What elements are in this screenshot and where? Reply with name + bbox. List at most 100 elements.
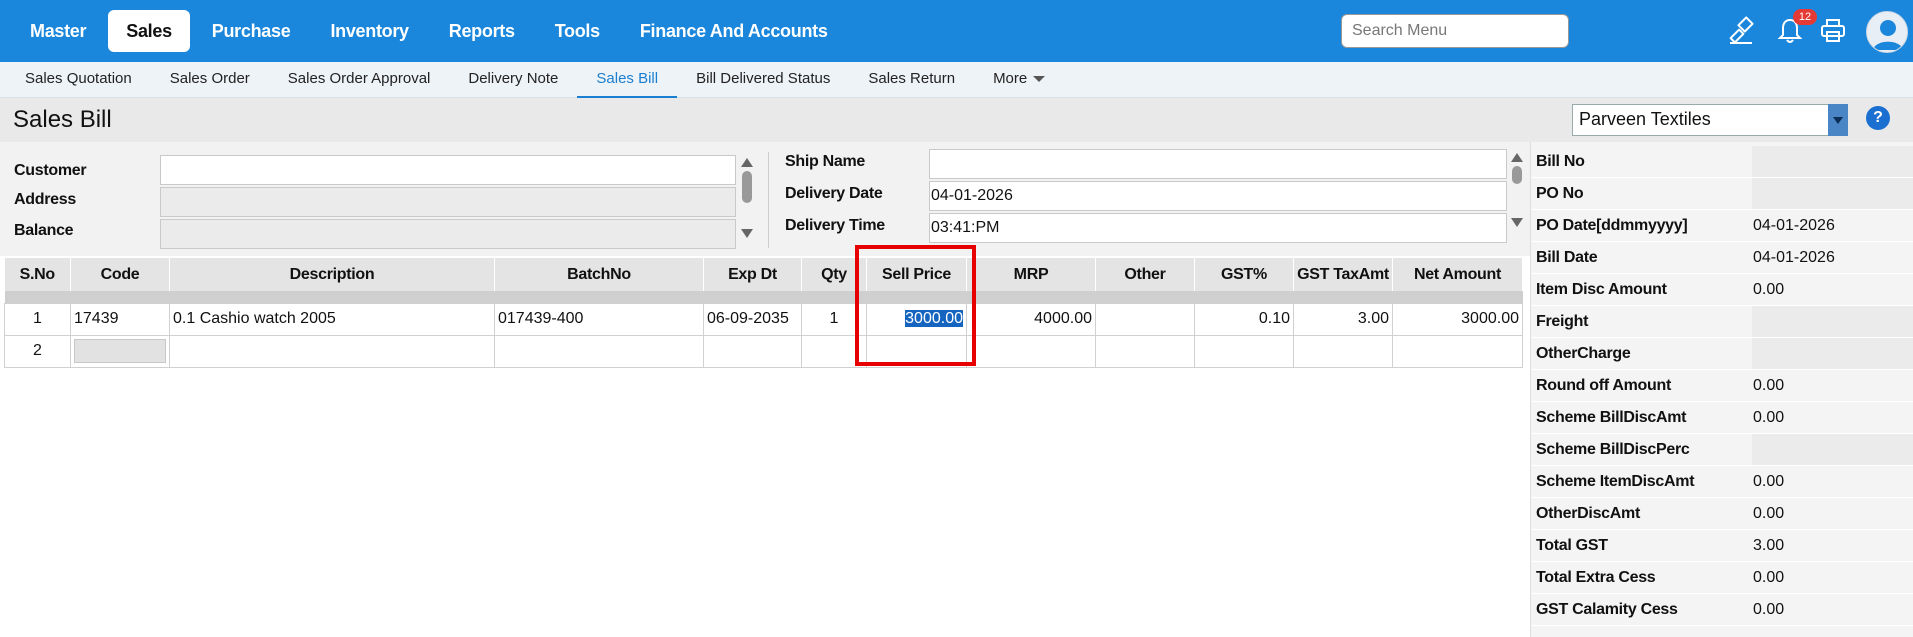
company-select[interactable]: Parveen Textiles [1572, 104, 1848, 136]
cell-code[interactable] [70, 334, 170, 368]
tab-more[interactable]: More [974, 62, 1064, 98]
code-input[interactable] [74, 339, 166, 363]
cell-exp-dt[interactable]: 06-09-2035 [703, 302, 802, 336]
cell-gst-percent[interactable] [1194, 334, 1294, 368]
col-header-sno[interactable]: S.No [4, 258, 71, 291]
summary-value[interactable]: 3.00 [1753, 537, 1784, 555]
cell-batchno[interactable]: 017439-400 [494, 302, 704, 336]
cell-net-amount[interactable]: 3000.00 [1392, 302, 1523, 336]
tab-delivery-note[interactable]: Delivery Note [449, 62, 577, 98]
customer-input[interactable] [160, 155, 736, 185]
summary-row: GST Calamity Cess 0.00 [1531, 594, 1913, 626]
tab-sales-return[interactable]: Sales Return [849, 62, 974, 98]
menu-tools[interactable]: Tools [537, 10, 618, 52]
summary-value[interactable]: 0.00 [1753, 409, 1784, 427]
summary-value-bg[interactable] [1752, 178, 1913, 209]
cell-code[interactable]: 17439 [70, 302, 170, 336]
address-label: Address [14, 191, 76, 208]
cell-exp-dt[interactable] [703, 334, 802, 368]
col-header-gst-taxamt[interactable]: GST TaxAmt [1293, 258, 1393, 291]
summary-row: Bill Date 04-01-2026 [1531, 242, 1913, 274]
delivery-date-input[interactable]: 04-01-2026 [929, 181, 1507, 211]
menu-finance-and-accounts[interactable]: Finance And Accounts [622, 10, 846, 52]
cell-batchno[interactable] [494, 334, 704, 368]
summary-row: Scheme ItemDiscAmt 0.00 [1531, 466, 1913, 498]
delivery-time-label: Delivery Time [785, 217, 885, 234]
tab-bill-delivered-status[interactable]: Bill Delivered Status [677, 62, 849, 98]
summary-value[interactable]: 0.00 [1753, 569, 1784, 587]
summary-value[interactable]: 04-01-2026 [1753, 217, 1835, 235]
tab-sales-quotation[interactable]: Sales Quotation [6, 62, 151, 98]
menu-reports[interactable]: Reports [431, 10, 533, 52]
table-row[interactable]: 1 17439 0.1 Cashio watch 2005 017439-400… [4, 302, 1523, 336]
col-header-exp-dt[interactable]: Exp Dt [703, 258, 802, 291]
cell-other[interactable] [1095, 334, 1195, 368]
balance-label: Balance [14, 222, 74, 239]
scroll-down-icon[interactable] [741, 229, 753, 238]
hammer-icon[interactable] [1726, 16, 1756, 46]
summary-label: Scheme ItemDiscAmt [1536, 473, 1695, 490]
table-row[interactable]: 2 [4, 334, 1523, 368]
col-header-net-amount[interactable]: Net Amount [1392, 258, 1523, 291]
notification-count-badge: 12 [1793, 9, 1817, 25]
summary-value-bg[interactable] [1752, 434, 1913, 465]
cell-gst-taxamt[interactable]: 3.00 [1293, 302, 1393, 336]
search-menu-input[interactable] [1341, 14, 1569, 48]
menu-inventory[interactable]: Inventory [312, 10, 426, 52]
summary-row: Total Extra Cess 0.00 [1531, 562, 1913, 594]
cell-mrp[interactable]: 4000.00 [966, 302, 1096, 336]
printer-icon[interactable] [1818, 16, 1848, 46]
ship-name-input[interactable] [929, 149, 1507, 179]
user-avatar[interactable] [1866, 11, 1908, 53]
ship-name-label: Ship Name [785, 153, 865, 170]
summary-value[interactable]: 0.00 [1753, 505, 1784, 523]
scroll-thumb[interactable] [742, 171, 752, 203]
grid-header-row: S.No Code Description BatchNo Exp Dt Qty… [4, 258, 1523, 291]
summary-label: PO No [1536, 185, 1584, 202]
summary-value-bg[interactable] [1752, 146, 1913, 177]
delivery-time-input[interactable]: 03:41:PM [929, 213, 1507, 243]
summary-value[interactable]: 0.00 [1753, 377, 1784, 395]
scroll-down-icon[interactable] [1511, 218, 1523, 227]
ship-scrollbar[interactable] [1510, 153, 1524, 245]
scroll-thumb[interactable] [1512, 166, 1522, 184]
chevron-down-icon[interactable] [1828, 104, 1848, 136]
summary-value-bg[interactable] [1752, 306, 1913, 337]
address-field [160, 187, 736, 217]
menu-purchase[interactable]: Purchase [194, 10, 309, 52]
scroll-up-icon[interactable] [741, 158, 753, 167]
page-title: Sales Bill [13, 106, 112, 133]
cell-net-amount[interactable] [1392, 334, 1523, 368]
col-header-code[interactable]: Code [70, 258, 170, 291]
top-nav-bar: Master Sales Purchase Inventory Reports … [0, 0, 1913, 62]
customer-scrollbar[interactable] [740, 158, 754, 250]
cell-sno: 1 [4, 302, 71, 336]
summary-value[interactable]: 0.00 [1753, 281, 1784, 299]
tab-sales-order[interactable]: Sales Order [151, 62, 269, 98]
summary-value[interactable]: 0.00 [1753, 601, 1784, 619]
summary-value-bg[interactable] [1752, 338, 1913, 369]
col-header-other[interactable]: Other [1095, 258, 1195, 291]
cell-gst-percent[interactable]: 0.10 [1194, 302, 1294, 336]
cell-description[interactable] [169, 334, 495, 368]
tab-sales-order-approval[interactable]: Sales Order Approval [269, 62, 450, 98]
menu-sales[interactable]: Sales [108, 10, 190, 52]
tab-sales-bill[interactable]: Sales Bill [577, 62, 678, 98]
summary-value[interactable]: 0.00 [1753, 473, 1784, 491]
help-icon[interactable]: ? [1866, 106, 1890, 130]
menu-master[interactable]: Master [12, 10, 104, 52]
scroll-up-icon[interactable] [1511, 153, 1523, 162]
cell-mrp[interactable] [966, 334, 1096, 368]
cell-gst-taxamt[interactable] [1293, 334, 1393, 368]
cell-other[interactable] [1095, 302, 1195, 336]
main-menu: Master Sales Purchase Inventory Reports … [12, 10, 850, 52]
summary-row: PO Date[ddmmyyyy] 04-01-2026 [1531, 210, 1913, 242]
col-header-gst-percent[interactable]: GST% [1194, 258, 1294, 291]
summary-value[interactable]: 04-01-2026 [1753, 249, 1835, 267]
cell-description[interactable]: 0.1 Cashio watch 2005 [169, 302, 495, 336]
summary-label: Scheme BillDiscPerc [1536, 441, 1690, 458]
col-header-mrp[interactable]: MRP [966, 258, 1096, 291]
col-header-batchno[interactable]: BatchNo [494, 258, 704, 291]
col-header-description[interactable]: Description [169, 258, 495, 291]
sell-price-highlight [855, 245, 976, 366]
